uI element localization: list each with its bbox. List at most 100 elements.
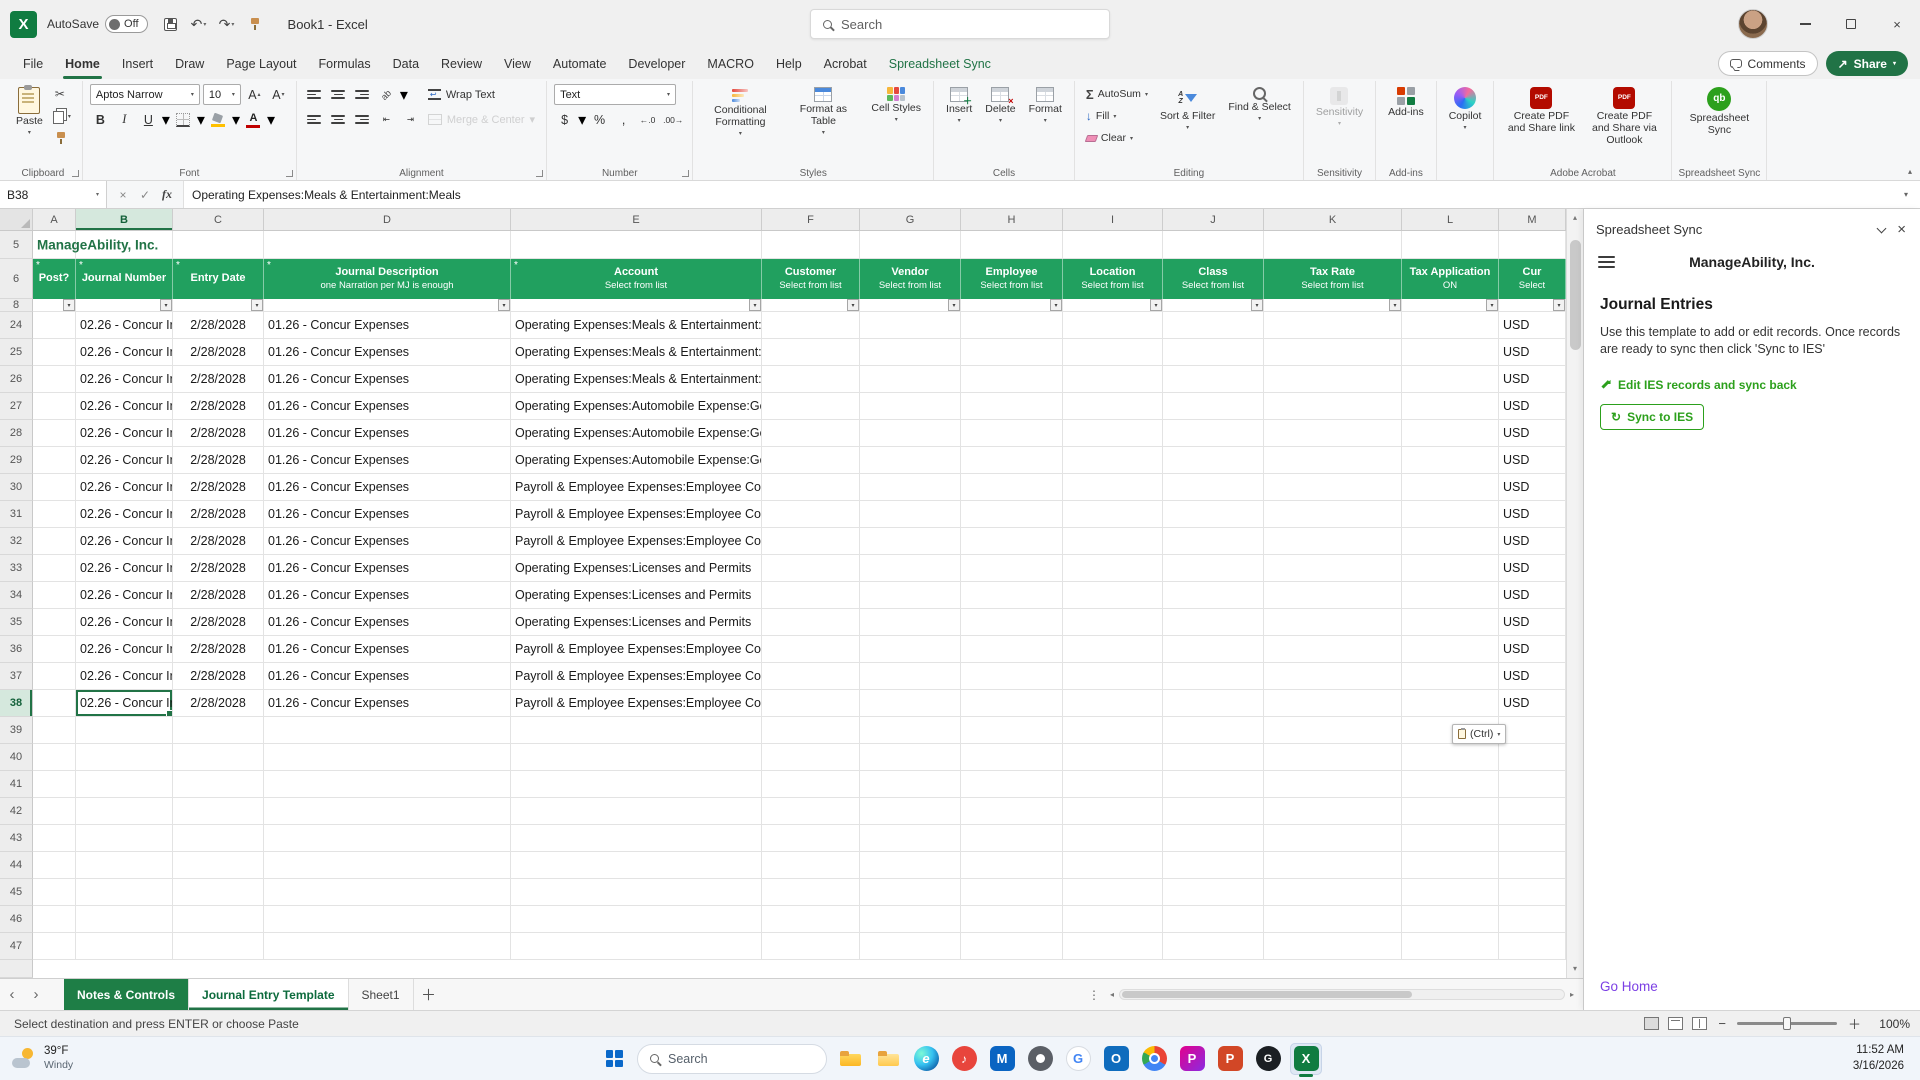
cell-D28[interactable]: 01.26 - Concur Expenses — [264, 420, 511, 447]
cell-D29[interactable]: 01.26 - Concur Expenses — [264, 447, 511, 474]
table-header-journal-number[interactable]: * Journal Number — [76, 259, 173, 299]
cell-A34[interactable] — [33, 582, 76, 609]
cell-L32[interactable] — [1402, 528, 1499, 555]
cell-B31[interactable]: 02.26 - Concur Ir — [76, 501, 173, 528]
cell-F34[interactable] — [762, 582, 860, 609]
taskbar-file-explorer[interactable] — [834, 1043, 866, 1075]
sync-to-ies-button[interactable]: ↻ Sync to IES — [1600, 403, 1705, 430]
cell-B32[interactable]: 02.26 - Concur Ir — [76, 528, 173, 555]
autosave-toggle[interactable]: AutoSave Off — [47, 15, 148, 33]
column-header-G[interactable]: G — [860, 209, 961, 230]
cell-L30[interactable] — [1402, 474, 1499, 501]
cell-B27[interactable]: 02.26 - Concur Ir — [76, 393, 173, 420]
taskbar-github[interactable]: G — [1252, 1043, 1284, 1075]
row-header-28[interactable]: 28 — [0, 420, 33, 447]
cell-K30[interactable] — [1264, 474, 1402, 501]
start-button[interactable] — [598, 1043, 630, 1075]
table-header-journal-description[interactable]: * Journal Description one Narration per MJ… — [264, 259, 511, 299]
cell-M32[interactable]: USD — [1499, 528, 1566, 555]
cell-J25[interactable] — [1163, 339, 1264, 366]
column-header-K[interactable]: K — [1264, 209, 1402, 230]
row-header-43[interactable]: 43 — [0, 825, 33, 852]
sheet-tab-notes-controls[interactable]: Notes & Controls — [64, 979, 190, 1010]
cell-H27[interactable] — [961, 393, 1063, 420]
go-home-link[interactable]: Go Home — [1600, 979, 1658, 994]
decrease-font-size-button[interactable]: A ▾ — [268, 84, 289, 105]
paste-button[interactable]: Paste ▾ — [11, 84, 48, 137]
maximize-button[interactable] — [1828, 0, 1874, 48]
vertical-scrollbar[interactable]: ▴ ▾ — [1566, 209, 1583, 978]
fill-button[interactable]: ↓ Fill ▾ — [1082, 106, 1152, 126]
cell-J32[interactable] — [1163, 528, 1264, 555]
cell-H32[interactable] — [961, 528, 1063, 555]
cell-H33[interactable] — [961, 555, 1063, 582]
cell-H37[interactable] — [961, 663, 1063, 690]
ribbon-tab-automate[interactable]: Automate — [542, 48, 618, 79]
cell-D27[interactable]: 01.26 - Concur Expenses — [264, 393, 511, 420]
cell-K27[interactable] — [1264, 393, 1402, 420]
cell-M38[interactable]: USD — [1499, 690, 1566, 717]
filter-dropdown-D[interactable]: ▾ — [498, 299, 510, 311]
table-header-cur[interactable]: Cur Select — [1499, 259, 1566, 299]
sheet-tab-options[interactable]: ⋮ — [1081, 979, 1107, 1010]
cell-C25[interactable]: 2/28/2028 — [173, 339, 264, 366]
taskbar-settings[interactable] — [1024, 1043, 1056, 1075]
taskbar-clock[interactable]: 11:52 AM 3/16/2026 — [1853, 1043, 1920, 1074]
cell-L37[interactable] — [1402, 663, 1499, 690]
cell-F31[interactable] — [762, 501, 860, 528]
horizontal-scroll-thumb[interactable] — [1122, 991, 1413, 998]
cell-F35[interactable] — [762, 609, 860, 636]
filter-dropdown-K[interactable]: ▾ — [1389, 299, 1401, 311]
row-header-25[interactable]: 25 — [0, 339, 33, 366]
filter-dropdown-C[interactable]: ▾ — [251, 299, 263, 311]
column-header-E[interactable]: E — [511, 209, 762, 230]
cell-G32[interactable] — [860, 528, 961, 555]
row-header-5[interactable]: 5 — [0, 231, 33, 259]
delete-cells-button[interactable]: × Delete ▾ — [980, 84, 1020, 125]
paste-options-button[interactable]: (Ctrl) ▾ — [1452, 724, 1507, 744]
cell-H35[interactable] — [961, 609, 1063, 636]
cell-K34[interactable] — [1264, 582, 1402, 609]
close-button[interactable]: × — [1874, 0, 1920, 48]
cell-C36[interactable]: 2/28/2028 — [173, 636, 264, 663]
copy-button[interactable]: ▾ — [51, 106, 75, 126]
cell-B35[interactable]: 02.26 - Concur Ir — [76, 609, 173, 636]
comma-style-button[interactable]: , — [613, 109, 634, 130]
cell-L24[interactable] — [1402, 312, 1499, 339]
cell-B38[interactable]: 02.26 - Concur Ir — [76, 690, 173, 717]
cut-button[interactable]: ✂ — [51, 84, 75, 104]
cell-B36[interactable]: 02.26 - Concur Ir — [76, 636, 173, 663]
cell-F24[interactable] — [762, 312, 860, 339]
cell-M34[interactable]: USD — [1499, 582, 1566, 609]
row-header-45[interactable]: 45 — [0, 879, 33, 906]
cell-G36[interactable] — [860, 636, 961, 663]
cell-I37[interactable] — [1063, 663, 1163, 690]
cell-H29[interactable] — [961, 447, 1063, 474]
cell-L35[interactable] — [1402, 609, 1499, 636]
cell-K36[interactable] — [1264, 636, 1402, 663]
column-header-J[interactable]: J — [1163, 209, 1264, 230]
cell-G30[interactable] — [860, 474, 961, 501]
save-button[interactable] — [158, 11, 184, 37]
number-dialog-launcher[interactable] — [682, 170, 690, 177]
cell-G24[interactable] — [860, 312, 961, 339]
filter-dropdown-L[interactable]: ▾ — [1486, 299, 1498, 311]
cell-A30[interactable] — [33, 474, 76, 501]
row-header-38[interactable]: 38 — [0, 690, 33, 717]
collapse-ribbon-button[interactable]: ▴ — [1908, 167, 1912, 176]
cell-D32[interactable]: 01.26 - Concur Expenses — [264, 528, 511, 555]
cell-I33[interactable] — [1063, 555, 1163, 582]
cell-A31[interactable] — [33, 501, 76, 528]
bottom-align-button[interactable] — [352, 84, 373, 105]
row-header-8[interactable]: 8 — [0, 299, 33, 312]
taskbar-search[interactable]: Search — [637, 1043, 827, 1074]
cell-H25[interactable] — [961, 339, 1063, 366]
cell-styles-button[interactable]: Cell Styles ▾ — [866, 84, 926, 124]
ribbon-tab-insert[interactable]: Insert — [111, 48, 164, 79]
cell-F26[interactable] — [762, 366, 860, 393]
cell-L25[interactable] — [1402, 339, 1499, 366]
copilot-button[interactable]: Copilot ▾ — [1444, 84, 1487, 132]
cell-M28[interactable]: USD — [1499, 420, 1566, 447]
cell-M37[interactable]: USD — [1499, 663, 1566, 690]
row-header-39[interactable]: 39 — [0, 717, 33, 744]
